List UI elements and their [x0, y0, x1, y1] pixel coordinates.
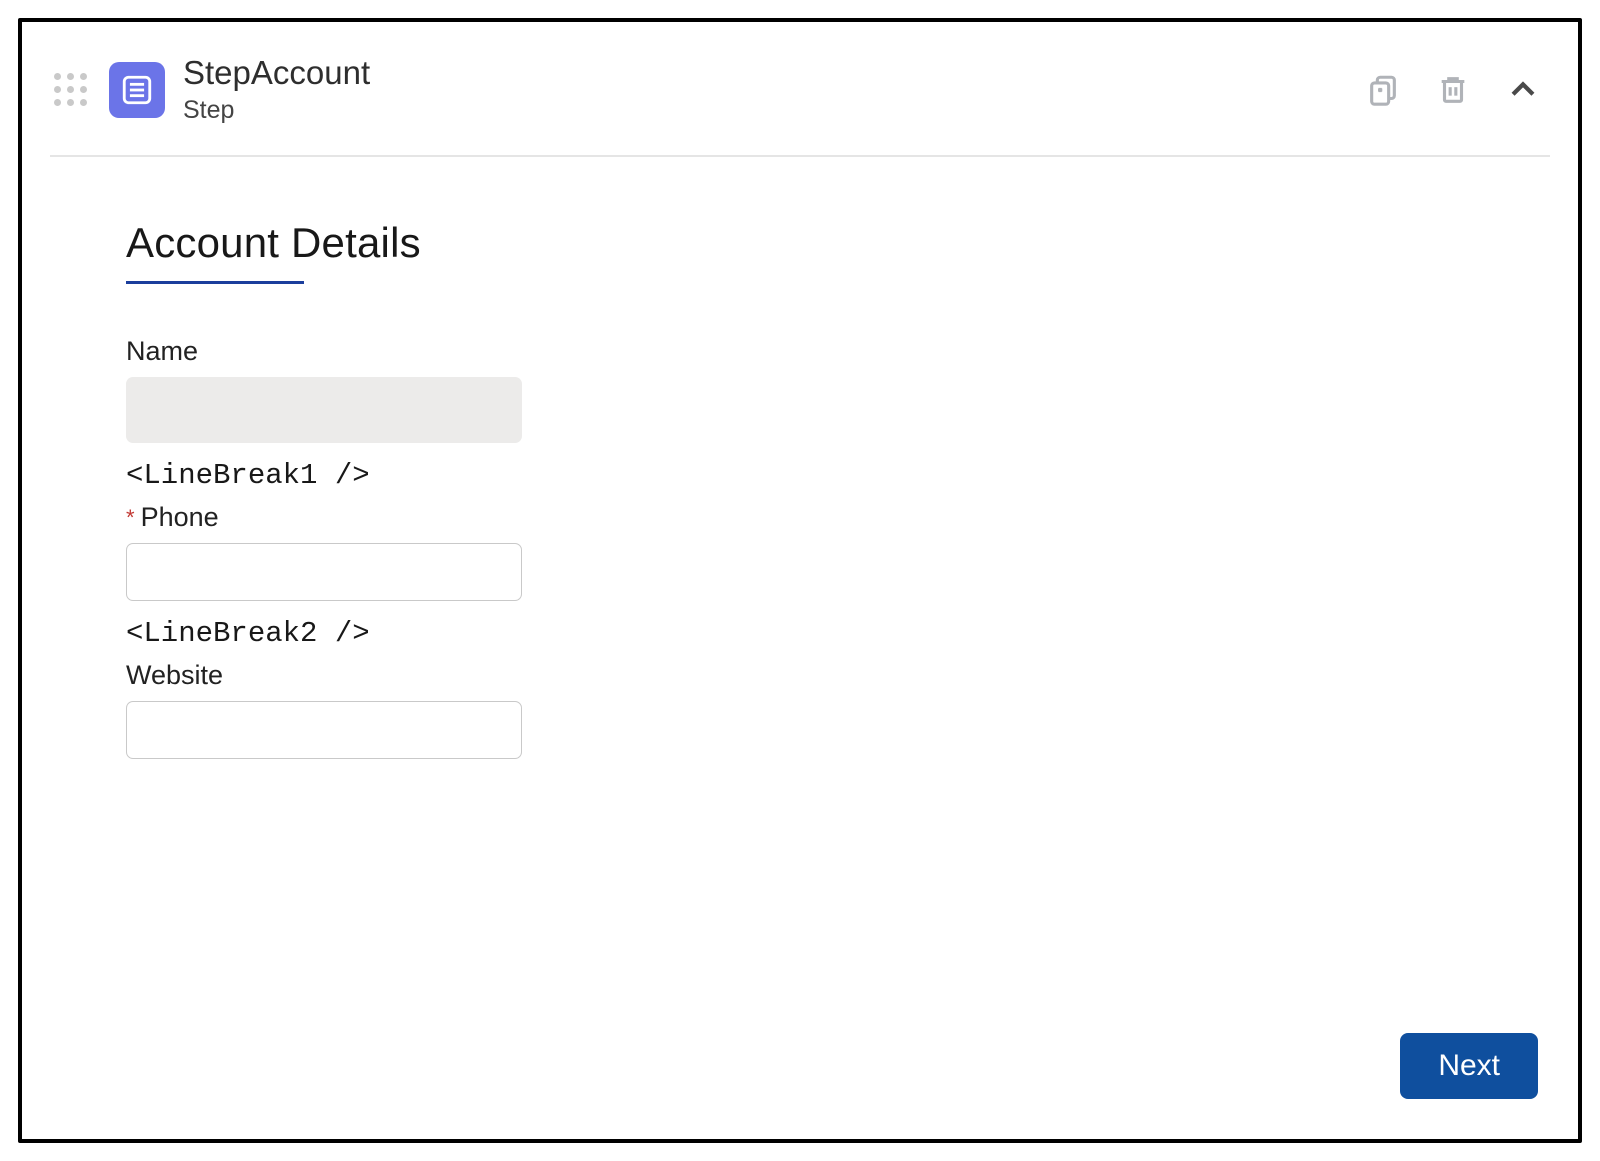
next-button[interactable]: Next: [1400, 1033, 1538, 1099]
step-title-block: StepAccount Step: [183, 54, 370, 125]
phone-input[interactable]: [126, 543, 522, 601]
field-phone-label-text: Phone: [141, 502, 219, 533]
drag-handle-icon[interactable]: [54, 73, 87, 106]
section-title: Account Details: [126, 219, 1540, 267]
linebreak-2[interactable]: <LineBreak2 />: [126, 617, 1540, 650]
field-name: Name: [126, 336, 1540, 443]
field-phone: * Phone: [126, 502, 1540, 601]
field-name-label: Name: [126, 336, 1540, 367]
field-website: Website: [126, 660, 1540, 759]
field-phone-label: * Phone: [126, 502, 1540, 533]
step-card: StepAccount Step Account Details Name <L…: [18, 18, 1582, 1143]
section-underline: [126, 281, 304, 284]
step-icon: [109, 62, 165, 118]
step-header: StepAccount Step: [50, 54, 1550, 157]
step-body: Account Details Name <LineBreak1 /> * Ph…: [50, 157, 1550, 783]
website-input[interactable]: [126, 701, 522, 759]
copy-icon[interactable]: [1366, 73, 1400, 107]
step-title: StepAccount: [183, 54, 370, 92]
header-actions: [1366, 73, 1550, 107]
step-subtitle: Step: [183, 96, 370, 125]
linebreak-1[interactable]: <LineBreak1 />: [126, 459, 1540, 492]
field-website-label: Website: [126, 660, 1540, 691]
required-marker: *: [126, 505, 135, 531]
delete-icon[interactable]: [1436, 73, 1470, 107]
chevron-up-icon[interactable]: [1506, 73, 1540, 107]
name-input[interactable]: [126, 377, 522, 443]
step-footer: Next: [1400, 1033, 1538, 1099]
